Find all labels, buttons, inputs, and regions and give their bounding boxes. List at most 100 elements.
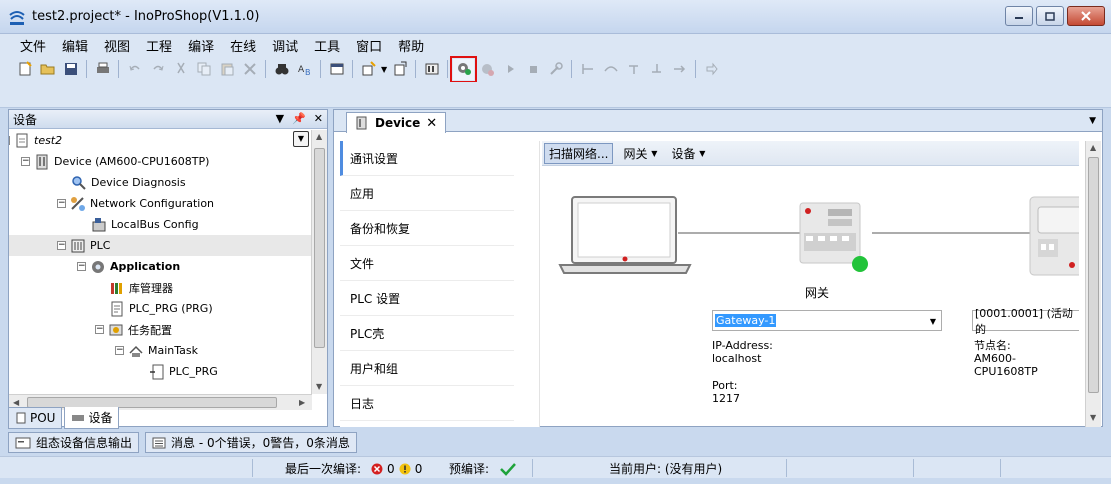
new-project-button[interactable] bbox=[14, 59, 35, 80]
nav-users-groups[interactable]: 用户和组 bbox=[340, 351, 514, 386]
gateway-menu-button[interactable]: 网关 ▼ bbox=[619, 143, 661, 164]
tree-node[interactable]: − Network Configuration bbox=[9, 193, 214, 214]
tree-dropdown-button[interactable]: ▼ bbox=[293, 131, 309, 147]
collapse-toggle-icon[interactable]: − bbox=[95, 325, 104, 334]
device-document-tab[interactable]: Device ✕ bbox=[346, 112, 447, 133]
menu-window[interactable]: 窗口 bbox=[348, 36, 390, 55]
tree-node[interactable]: PLC_PRG bbox=[9, 361, 218, 382]
menu-edit[interactable]: 编辑 bbox=[54, 36, 96, 55]
step-out-button[interactable] bbox=[646, 59, 667, 80]
tree-vertical-scrollbar[interactable]: ▲ ▼ bbox=[311, 130, 327, 394]
scroll-left-arrow-icon[interactable]: ◀ bbox=[13, 398, 19, 407]
gateway-select[interactable]: Gateway-1 ▼ bbox=[712, 310, 942, 331]
find-button[interactable] bbox=[271, 59, 292, 80]
collapse-toggle-icon[interactable]: − bbox=[77, 262, 86, 271]
tree-node[interactable]: − 任务配置 bbox=[9, 319, 172, 340]
scroll-up-arrow-icon[interactable]: ▲ bbox=[1090, 143, 1096, 152]
nav-files[interactable]: 文件 bbox=[340, 246, 514, 281]
add-device-button[interactable] bbox=[358, 59, 379, 80]
tree-node[interactable]: LocalBus Config bbox=[9, 214, 199, 235]
tree-node-label: Device Diagnosis bbox=[91, 176, 186, 189]
breakpoint-button[interactable] bbox=[577, 59, 598, 80]
redo-button[interactable] bbox=[147, 59, 168, 80]
menu-tools[interactable]: 工具 bbox=[306, 36, 348, 55]
scroll-up-arrow-icon[interactable]: ▲ bbox=[316, 132, 322, 141]
nav-plc-settings[interactable]: PLC 设置 bbox=[340, 281, 514, 316]
close-window-button[interactable] bbox=[1067, 6, 1105, 26]
collapse-toggle-icon[interactable]: − bbox=[57, 241, 66, 250]
copy-button[interactable] bbox=[193, 59, 214, 80]
bookmark-button[interactable] bbox=[326, 59, 347, 80]
nav-log[interactable]: 日志 bbox=[340, 386, 514, 421]
delete-button[interactable] bbox=[239, 59, 260, 80]
menu-project[interactable]: 工程 bbox=[138, 36, 180, 55]
tree-node[interactable]: − PLC bbox=[9, 235, 312, 256]
device-info-output-tab[interactable]: 组态设备信息输出 bbox=[8, 432, 140, 453]
step-over-button[interactable] bbox=[600, 59, 621, 80]
tree-node[interactable]: − MainTask bbox=[9, 340, 198, 361]
collapse-toggle-icon[interactable]: − bbox=[57, 199, 66, 208]
editor-vertical-scrollbar[interactable]: ▲ ▼ bbox=[1085, 141, 1101, 427]
replace-button[interactable]: AB bbox=[294, 59, 315, 80]
login-button[interactable] bbox=[450, 55, 478, 83]
device-select-value: [0001.0001] (活动的 bbox=[975, 306, 1073, 336]
maximize-button[interactable] bbox=[1036, 6, 1064, 26]
nav-backup-restore[interactable]: 备份和恢复 bbox=[340, 211, 514, 246]
panel-menu-icon[interactable]: ▼ bbox=[276, 112, 284, 125]
scroll-down-arrow-icon[interactable]: ▼ bbox=[1090, 413, 1096, 422]
reset-button[interactable] bbox=[545, 59, 566, 80]
menu-online[interactable]: 在线 bbox=[222, 36, 264, 55]
print-button[interactable] bbox=[92, 59, 113, 80]
tab-list-dropdown-icon[interactable]: ▼ bbox=[1089, 116, 1096, 126]
nav-communication-settings[interactable]: 通讯设置 bbox=[340, 141, 514, 176]
save-button[interactable] bbox=[60, 59, 81, 80]
step-into-button[interactable] bbox=[623, 59, 644, 80]
panel-close-icon[interactable]: ✕ bbox=[314, 112, 323, 125]
tree-vscroll-thumb[interactable] bbox=[314, 148, 325, 348]
paste-button[interactable] bbox=[216, 59, 237, 80]
error-icon bbox=[371, 463, 383, 474]
tree-node[interactable]: 库管理器 bbox=[9, 277, 173, 298]
scan-network-button[interactable]: 扫描网络... bbox=[544, 142, 614, 164]
close-tab-icon[interactable]: ✕ bbox=[426, 116, 437, 131]
tree-node[interactable]: − Application bbox=[9, 256, 180, 277]
menu-build[interactable]: 编译 bbox=[180, 36, 222, 55]
next-statement-button[interactable] bbox=[701, 59, 722, 80]
collapse-toggle-icon[interactable]: − bbox=[21, 157, 30, 166]
open-button[interactable] bbox=[37, 59, 58, 80]
node-name-value: AM600-CPU1608TP bbox=[974, 352, 1038, 378]
nav-plc-shell[interactable]: PLC壳 bbox=[340, 316, 514, 351]
collapse-toggle-icon[interactable]: − bbox=[115, 346, 124, 355]
pin-icon[interactable]: 📌 bbox=[292, 112, 306, 125]
export-button[interactable] bbox=[389, 59, 410, 80]
add-dropdown-icon[interactable]: ▼ bbox=[381, 65, 387, 74]
build-button[interactable] bbox=[421, 59, 442, 80]
minimize-button[interactable] bbox=[1005, 6, 1033, 26]
menu-debug[interactable]: 调试 bbox=[264, 36, 306, 55]
warning-icon bbox=[399, 463, 411, 474]
undo-button[interactable] bbox=[124, 59, 145, 80]
ip-address-label: IP-Address: bbox=[712, 339, 773, 352]
device-menu-button[interactable]: 设备 ▼ bbox=[667, 143, 709, 164]
scroll-right-arrow-icon[interactable]: ▶ bbox=[299, 398, 305, 407]
tree-node[interactable]: PLC_PRG (PRG) bbox=[9, 298, 213, 319]
tab-devices[interactable]: 设备 bbox=[64, 407, 120, 429]
nav-applications[interactable]: 应用 bbox=[340, 176, 514, 211]
editor-vscroll-thumb[interactable] bbox=[1088, 157, 1099, 393]
device-select[interactable]: [0001.0001] (活动的 bbox=[972, 307, 1079, 336]
run-to-cursor-button[interactable] bbox=[669, 59, 690, 80]
tree-node[interactable]: − test2 bbox=[9, 130, 62, 151]
menu-file[interactable]: 文件 bbox=[12, 36, 54, 55]
cut-button[interactable] bbox=[170, 59, 191, 80]
menu-help[interactable]: 帮助 bbox=[390, 36, 432, 55]
collapse-toggle-icon[interactable]: − bbox=[9, 136, 10, 145]
logout-button[interactable] bbox=[476, 59, 497, 80]
tab-pou[interactable]: POU bbox=[8, 407, 63, 429]
scroll-down-arrow-icon[interactable]: ▼ bbox=[316, 382, 322, 391]
messages-tab[interactable]: 消息 - 0个错误，0警告，0条消息 bbox=[145, 432, 357, 453]
run-button[interactable] bbox=[499, 59, 520, 80]
tree-node[interactable]: − Device (AM600-CPU1608TP) bbox=[9, 151, 209, 172]
stop-button[interactable] bbox=[522, 59, 543, 80]
tree-node[interactable]: Device Diagnosis bbox=[9, 172, 186, 193]
menu-view[interactable]: 视图 bbox=[96, 36, 138, 55]
